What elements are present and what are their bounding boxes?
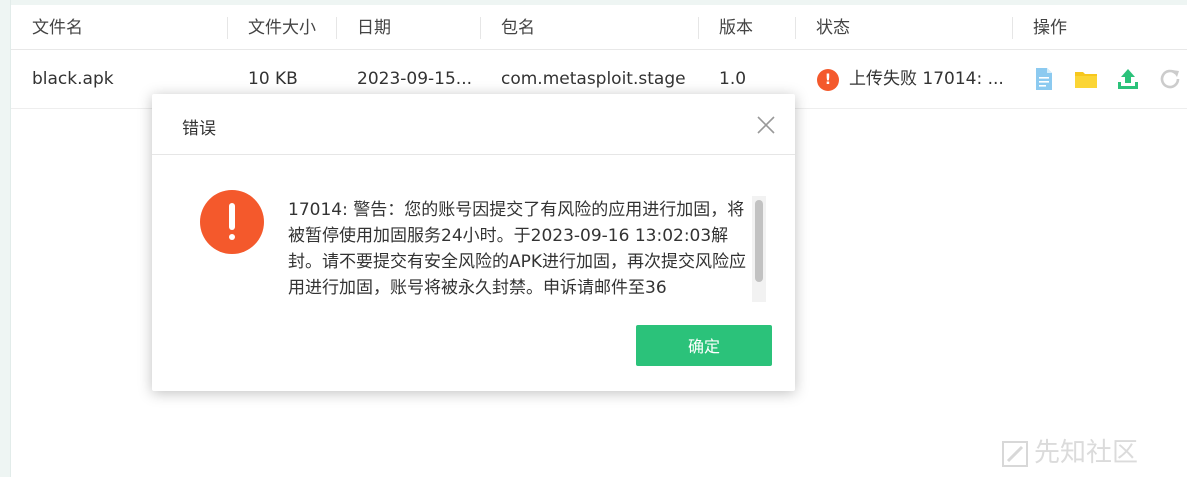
header-version[interactable]: 版本 <box>719 5 753 49</box>
close-icon[interactable] <box>755 114 777 136</box>
column-divider <box>336 17 337 39</box>
header-date[interactable]: 日期 <box>357 5 391 49</box>
error-message: 17014: 警告：您的账号因提交了有风险的应用进行加固，将被暂停使用加固服务2… <box>288 200 747 298</box>
column-divider <box>227 17 228 39</box>
cell-status[interactable]: 上传失败 17014: ... <box>849 50 1004 108</box>
cell-filename: black.apk <box>32 69 114 89</box>
header-status[interactable]: 状态 <box>816 5 850 49</box>
refresh-icon[interactable] <box>1157 66 1183 92</box>
header-filesize[interactable]: 文件大小 <box>248 5 316 49</box>
watermark-logo-icon <box>1002 440 1028 467</box>
watermark-text: 先知社区 <box>1034 438 1139 468</box>
scrollbar-thumb[interactable] <box>755 200 763 282</box>
confirm-button[interactable]: 确定 <box>636 325 772 366</box>
watermark: 先知社区 <box>1000 432 1138 472</box>
column-divider <box>480 17 481 39</box>
error-dialog: 错误 17014: 警告：您的账号因提交了有风险的应用进行加固，将被暂停使用加固… <box>152 94 795 391</box>
header-actions: 操作 <box>1033 18 1067 38</box>
page: 文件名 文件大小 日期 包名 版本 状态 操作 black.apk 10 KB … <box>0 0 1187 477</box>
message-scrollbar[interactable] <box>752 196 766 302</box>
file-icon[interactable] <box>1031 66 1057 92</box>
column-divider <box>1012 17 1013 39</box>
alert-icon <box>200 190 264 254</box>
column-divider <box>795 17 796 39</box>
dialog-header: 错误 <box>152 94 795 155</box>
column-divider <box>698 17 699 39</box>
error-icon: ! <box>817 69 839 91</box>
left-edge-strip <box>0 0 11 477</box>
header-package[interactable]: 包名 <box>501 5 535 49</box>
folder-icon[interactable] <box>1073 66 1099 92</box>
upload-icon[interactable] <box>1115 66 1141 92</box>
dialog-title: 错误 <box>182 119 216 139</box>
table-header: 文件名 文件大小 日期 包名 版本 状态 操作 <box>11 5 1187 50</box>
header-filename[interactable]: 文件名 <box>32 5 83 49</box>
